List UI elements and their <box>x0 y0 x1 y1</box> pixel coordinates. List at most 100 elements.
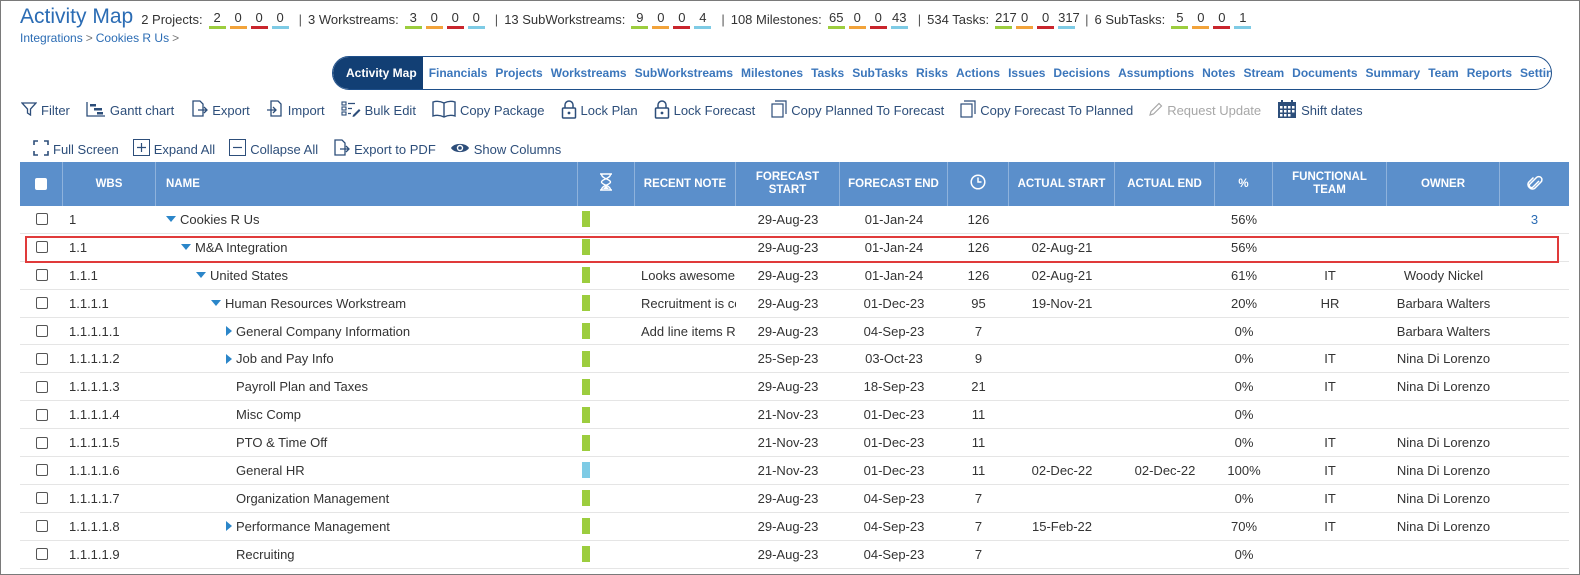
owner-cell[interactable]: Nina Di Lorenzo <box>1387 429 1500 456</box>
collapse-caret-icon[interactable] <box>166 216 176 223</box>
forecast-end-cell[interactable]: 04-Sep-23 <box>840 513 948 540</box>
header-name[interactable]: NAME <box>156 162 578 206</box>
attachments-cell[interactable] <box>1500 485 1569 512</box>
forecast-end-cell[interactable]: 18-Sep-23 <box>840 373 948 400</box>
item-name[interactable]: Job and Pay Info <box>236 351 334 366</box>
actual-end-cell[interactable] <box>1115 318 1215 345</box>
copy-package-button[interactable]: Copy Package <box>432 100 545 121</box>
functional-team-cell[interactable]: IT <box>1273 262 1387 289</box>
attachments-cell[interactable] <box>1500 429 1569 456</box>
functional-team-cell[interactable]: IT <box>1273 457 1387 484</box>
item-name[interactable]: Recruiting <box>236 547 295 562</box>
recent-note-cell[interactable]: Add line items R <box>635 318 736 345</box>
forecast-end-cell[interactable]: 04-Sep-23 <box>840 541 948 568</box>
export-pdf-button[interactable]: Export to PDF <box>332 138 436 160</box>
item-name[interactable]: General Company Information <box>236 324 410 339</box>
copy-forecast-to-planned-button[interactable]: Copy Forecast To Planned <box>960 99 1133 121</box>
owner-cell[interactable]: Nina Di Lorenzo <box>1387 485 1500 512</box>
request-update-button[interactable]: Request Update <box>1149 102 1261 119</box>
nav-tab-milestones[interactable]: Milestones <box>737 66 807 80</box>
actual-start-cell[interactable]: 15-Feb-22 <box>1009 513 1115 540</box>
functional-team-cell[interactable]: IT <box>1273 373 1387 400</box>
table-row[interactable]: 1 Cookies R Us 29-Aug-23 01-Jan-24 126 56% 3 <box>20 206 1569 234</box>
actual-start-cell[interactable] <box>1009 401 1115 428</box>
row-checkbox[interactable] <box>35 352 48 365</box>
stat-count[interactable]: 0 <box>467 10 485 29</box>
item-name[interactable]: M&A Integration <box>195 240 288 255</box>
stat-count[interactable]: 0 <box>425 10 443 29</box>
actual-end-cell[interactable] <box>1115 429 1215 456</box>
stat-count[interactable]: 217 <box>995 10 1017 29</box>
stat-count[interactable]: 0 <box>271 10 289 29</box>
nav-tab-team[interactable]: Team <box>1424 66 1462 80</box>
attachments-cell[interactable] <box>1500 513 1569 540</box>
stat-count[interactable]: 0 <box>1037 10 1055 29</box>
actual-end-cell[interactable] <box>1115 401 1215 428</box>
item-name[interactable]: Human Resources Workstream <box>225 296 406 311</box>
forecast-end-cell[interactable]: 01-Jan-24 <box>840 206 948 233</box>
functional-team-cell[interactable]: IT <box>1273 485 1387 512</box>
actual-end-cell[interactable] <box>1115 485 1215 512</box>
recent-note-cell[interactable] <box>635 234 736 261</box>
name-cell[interactable]: Job and Pay Info <box>156 345 578 372</box>
functional-team-cell[interactable] <box>1273 318 1387 345</box>
actual-start-cell[interactable] <box>1009 373 1115 400</box>
recent-note-cell[interactable] <box>635 373 736 400</box>
forecast-end-cell[interactable]: 01-Dec-23 <box>840 401 948 428</box>
table-row[interactable]: 1.1.1.1 Human Resources Workstream Recruit… <box>20 289 1569 318</box>
nav-tab-projects[interactable]: Projects <box>491 66 546 80</box>
forecast-end-cell[interactable]: 01-Jan-24 <box>840 262 948 289</box>
lock-forecast-button[interactable]: Lock Forecast <box>654 99 755 122</box>
owner-cell[interactable] <box>1387 541 1500 568</box>
row-checkbox[interactable] <box>35 325 48 337</box>
recent-note-cell[interactable] <box>635 345 736 372</box>
nav-tab-summary[interactable]: Summary <box>1362 66 1425 80</box>
name-cell[interactable]: M&A Integration <box>156 234 578 261</box>
attachments-cell[interactable]: 3 <box>1500 206 1569 233</box>
item-name[interactable]: United States <box>210 268 288 283</box>
owner-cell[interactable]: Nina Di Lorenzo <box>1387 373 1500 400</box>
copy-planned-to-forecast-button[interactable]: Copy Planned To Forecast <box>771 99 944 121</box>
row-checkbox[interactable] <box>35 464 48 477</box>
collapse-all-button[interactable]: Collapse All <box>229 139 318 159</box>
forecast-end-cell[interactable]: 01-Jan-24 <box>840 234 948 261</box>
forecast-start-cell[interactable]: 21-Nov-23 <box>736 457 840 484</box>
name-cell[interactable]: PTO & Time Off <box>156 429 578 456</box>
actual-end-cell[interactable] <box>1115 541 1215 568</box>
nav-tab-financials[interactable]: Financials <box>425 66 492 80</box>
forecast-start-cell[interactable]: 29-Aug-23 <box>736 234 840 261</box>
owner-cell[interactable]: Nina Di Lorenzo <box>1387 345 1500 372</box>
item-name[interactable]: Performance Management <box>236 519 390 534</box>
row-checkbox[interactable] <box>35 492 48 505</box>
recent-note-cell[interactable]: Recruitment is co <box>635 290 736 317</box>
name-cell[interactable]: Human Resources Workstream <box>156 290 578 317</box>
name-cell[interactable]: Organization Management <box>156 485 578 512</box>
stat-count[interactable]: 3 <box>404 10 422 29</box>
item-name[interactable]: Misc Comp <box>236 407 301 422</box>
actual-start-cell[interactable] <box>1009 429 1115 456</box>
nav-tab-reports[interactable]: Reports <box>1463 66 1516 80</box>
header-wbs[interactable]: WBS <box>63 162 156 206</box>
header-forecast-start[interactable]: FORECAST START <box>736 162 840 206</box>
full-screen-button[interactable]: Full Screen <box>33 139 119 159</box>
forecast-end-cell[interactable]: 04-Sep-23 <box>840 485 948 512</box>
recent-note-cell[interactable] <box>635 457 736 484</box>
table-row[interactable]: 1.1.1.1.3 Payroll Plan and Taxes 29-Aug-23… <box>20 373 1569 402</box>
gantt-chart-button[interactable]: Gantt chart <box>86 101 174 120</box>
attachments-cell[interactable] <box>1500 457 1569 484</box>
row-checkbox[interactable] <box>35 520 48 533</box>
actual-end-cell[interactable]: 02-Dec-22 <box>1115 457 1215 484</box>
forecast-start-cell[interactable]: 29-Aug-23 <box>736 290 840 317</box>
stat-count[interactable]: 0 <box>848 10 866 29</box>
table-row[interactable]: 1.1.1.1.9 Recruiting 29-Aug-23 04-Sep-23 7 0% <box>20 540 1569 569</box>
attachments-cell[interactable] <box>1500 373 1569 400</box>
stat-count[interactable]: 5 <box>1171 10 1189 29</box>
nav-tab-subtasks[interactable]: SubTasks <box>848 66 912 80</box>
table-row[interactable]: 1.1 M&A Integration 29-Aug-23 01-Jan-24 126 0… <box>20 233 1569 262</box>
actual-end-cell[interactable] <box>1115 262 1215 289</box>
nav-tab-actions[interactable]: Actions <box>952 66 1004 80</box>
owner-cell[interactable] <box>1387 401 1500 428</box>
expand-caret-icon[interactable] <box>226 326 232 336</box>
owner-cell[interactable]: Barbara Walters <box>1387 290 1500 317</box>
filter-button[interactable]: Filter <box>20 101 70 119</box>
